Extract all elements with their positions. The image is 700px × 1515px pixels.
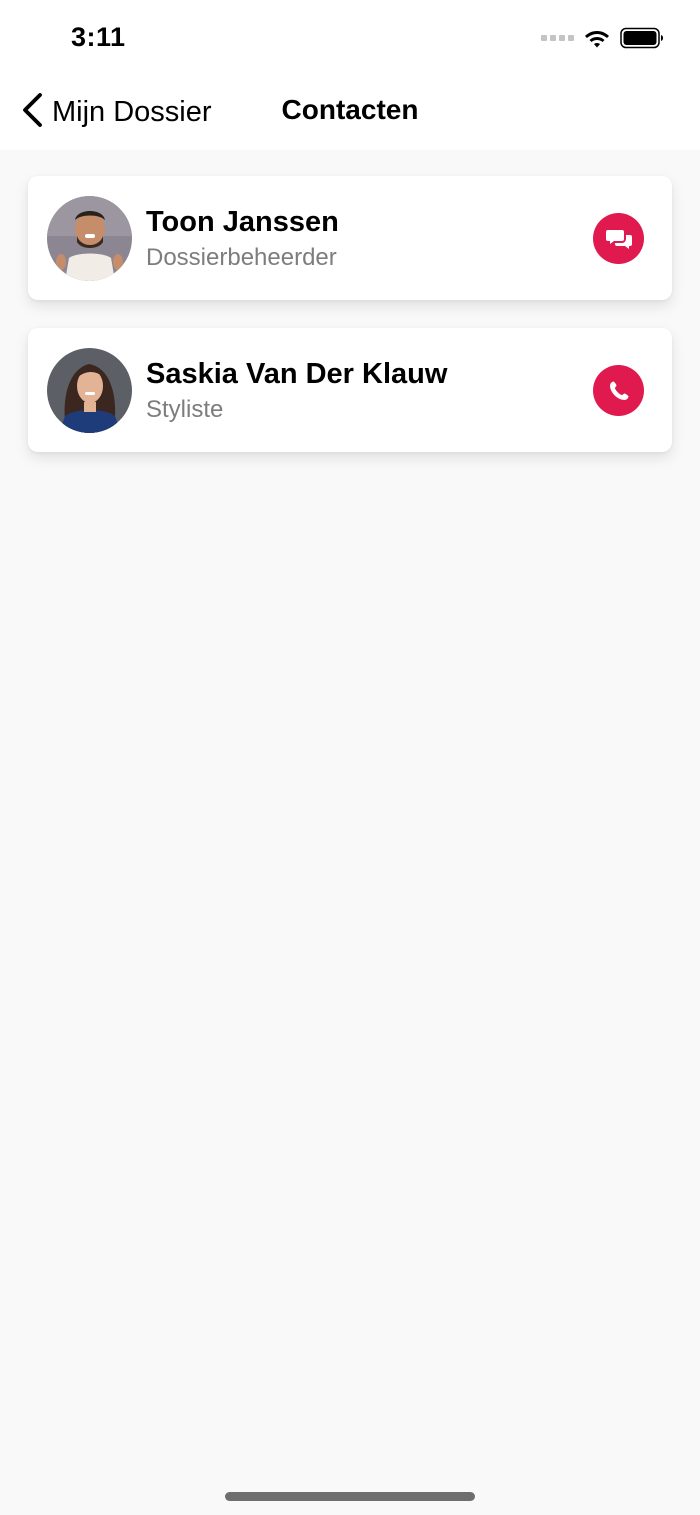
header-area: 3:11 Mijn Dossier Contacten (0, 0, 700, 150)
page-title: Contacten (281, 94, 419, 125)
cellular-signal-icon (541, 35, 574, 41)
avatar (47, 348, 132, 433)
phone-icon (607, 379, 631, 403)
home-indicator[interactable] (225, 1492, 475, 1501)
contact-name: Toon Janssen (146, 206, 339, 238)
call-button[interactable] (593, 365, 644, 416)
contact-card[interactable]: Toon Janssen Dossierbeheerder (28, 176, 672, 300)
contact-card[interactable]: Saskia Van Der Klauw Styliste (28, 328, 672, 452)
chat-button[interactable] (593, 213, 644, 264)
contact-name: Saskia Van Der Klauw (146, 358, 448, 390)
status-time: 3:11 (71, 22, 126, 52)
contacts-screen: 3:11 Mijn Dossier Contacten Toon Janssen… (0, 0, 700, 1515)
avatar (47, 196, 132, 281)
contact-list: Toon Janssen Dossierbeheerder Saskia Van… (28, 176, 672, 480)
navigation-bar: Mijn Dossier Contacten (0, 80, 700, 144)
chat-icon (605, 227, 633, 251)
wifi-icon (584, 28, 610, 48)
contact-role: Dossierbeheerder (146, 244, 337, 271)
battery-icon (620, 27, 664, 49)
contact-role: Styliste (146, 396, 224, 423)
status-indicators (541, 26, 664, 50)
